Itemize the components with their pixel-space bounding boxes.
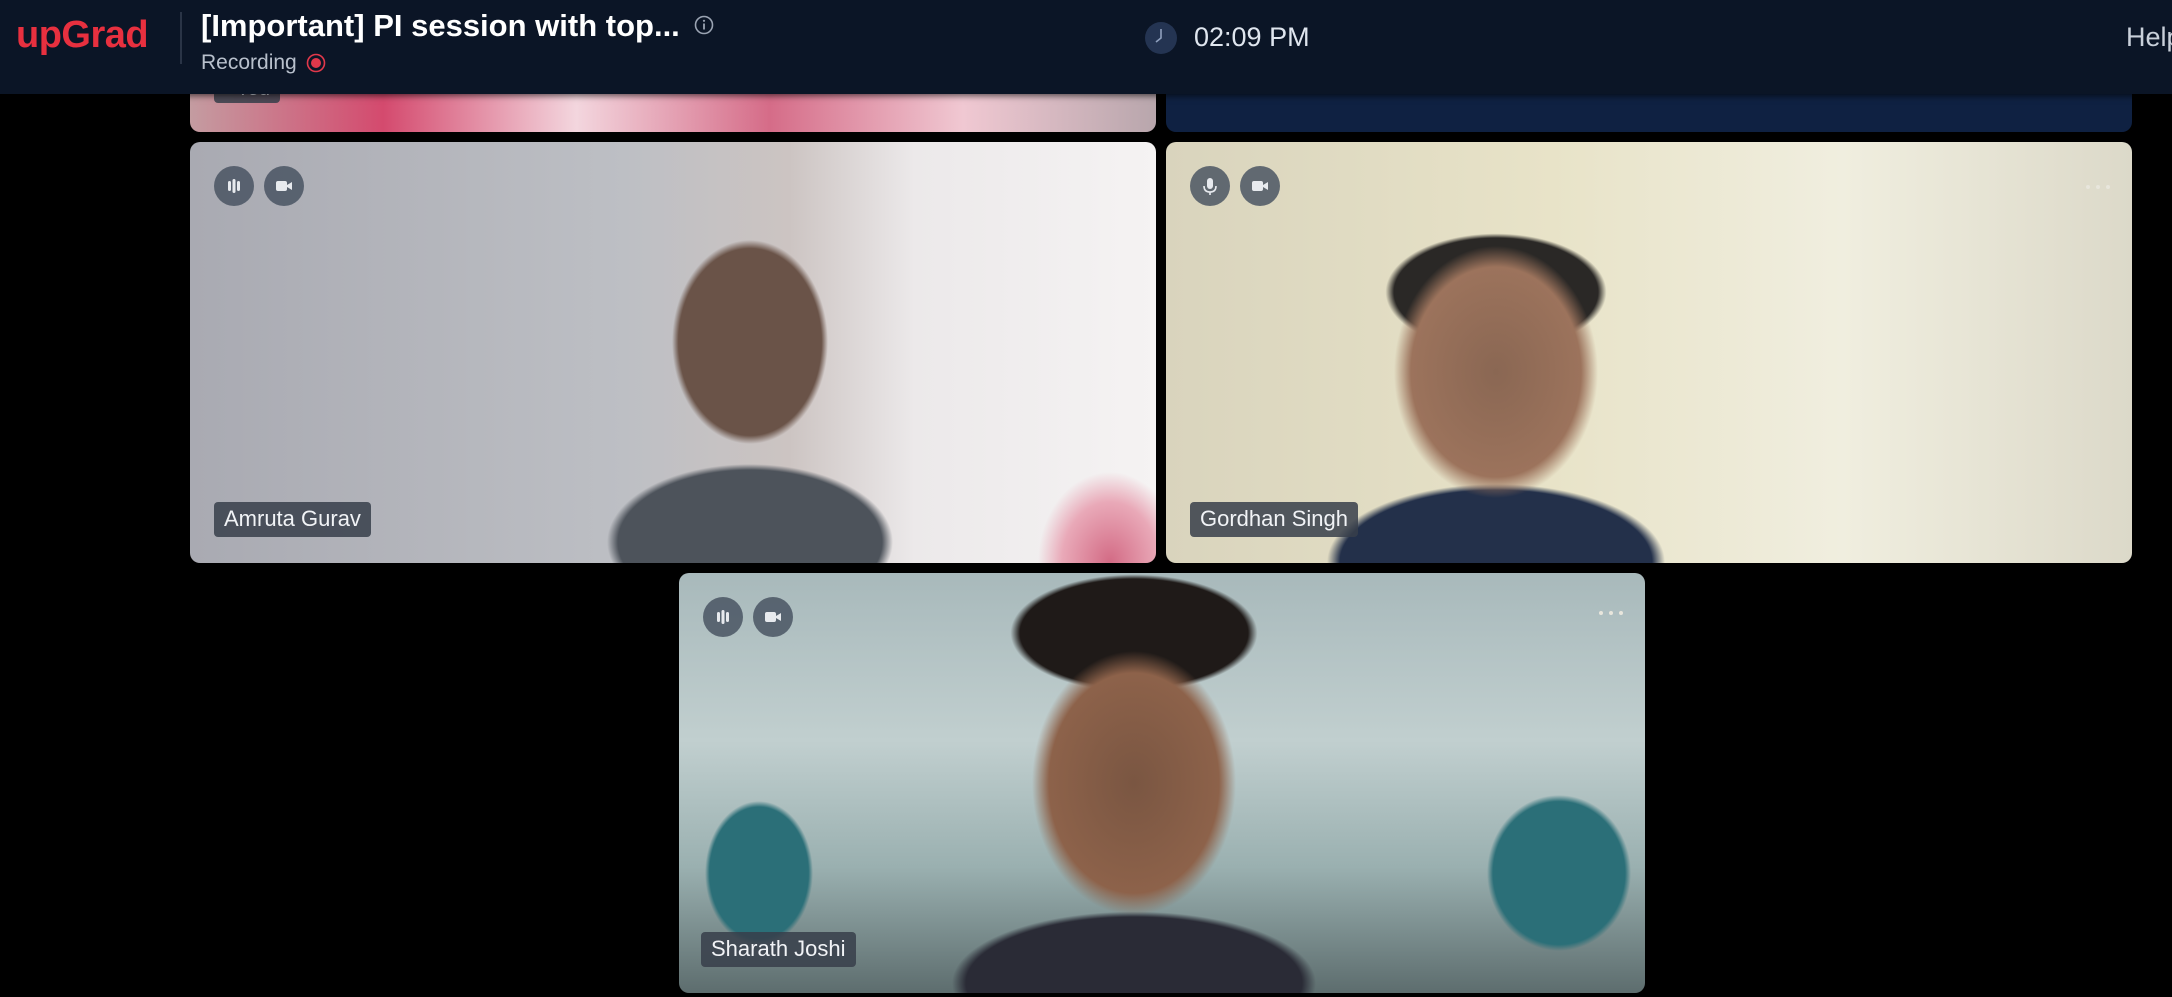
help-link[interactable]: Help [2126, 22, 2172, 53]
video-camera-icon [753, 597, 793, 637]
recording-label: Recording [201, 51, 297, 74]
more-options-icon[interactable] [1597, 608, 1625, 618]
recording-icon [306, 53, 326, 73]
audio-level-icon [214, 166, 254, 206]
video-camera-icon [1240, 166, 1280, 206]
video-tile-amruta[interactable]: Amruta Gurav [190, 142, 1156, 563]
video-tile-gordhan[interactable]: Gordhan Singh [1166, 142, 2132, 563]
more-options-icon[interactable] [2084, 182, 2112, 192]
video-tile-sharath[interactable]: Sharath Joshi [679, 573, 1645, 993]
participant-name-badge: Sharath Joshi [701, 932, 856, 967]
clock-icon [1145, 22, 1177, 54]
session-title: [Important] PI session with top... [201, 8, 680, 43]
upgrad-logo[interactable]: upGrad [16, 14, 149, 57]
top-bar: upGrad [Important] PI session with top..… [0, 0, 2172, 94]
audio-level-icon [703, 597, 743, 637]
microphone-icon [1190, 166, 1230, 206]
participant-name-badge: Gordhan Singh [1190, 502, 1358, 537]
info-icon[interactable] [694, 15, 714, 35]
video-camera-icon [264, 166, 304, 206]
meeting-time: 02:09 PM [1194, 22, 1310, 52]
header-divider [180, 12, 182, 64]
participant-name-badge: Amruta Gurav [214, 502, 371, 537]
